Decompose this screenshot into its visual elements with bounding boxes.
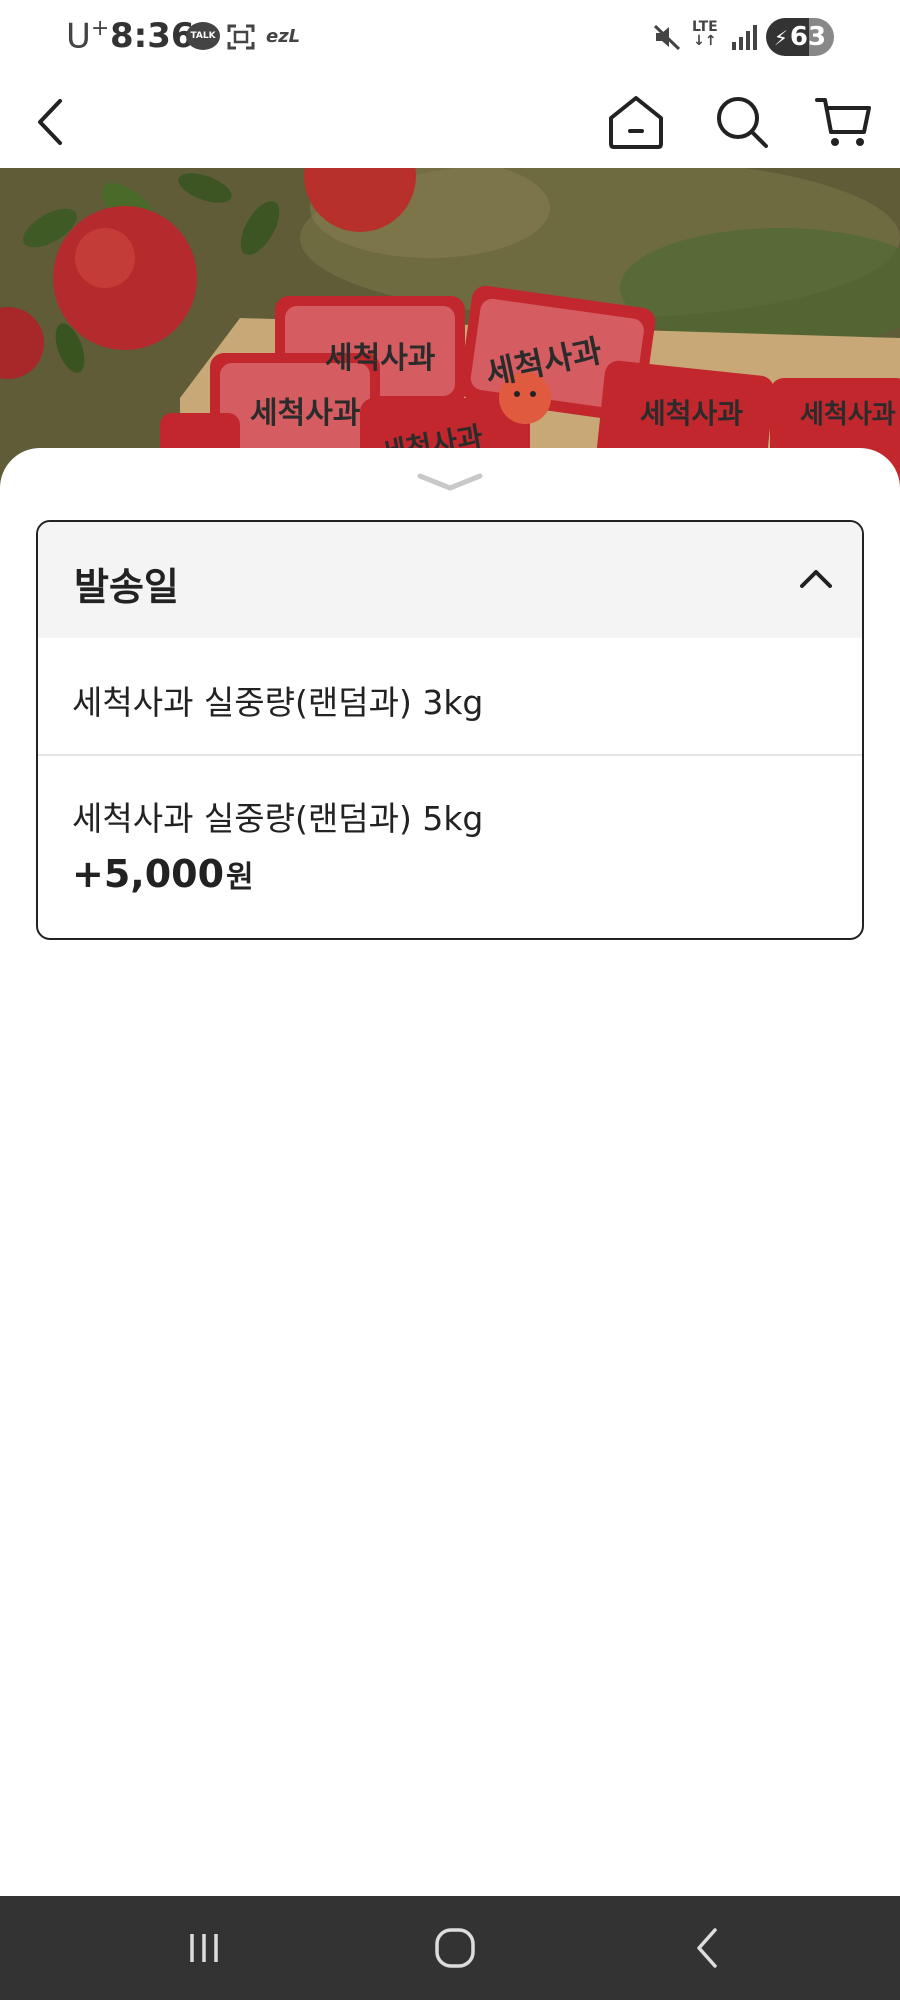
package-label: 세척사과: [800, 400, 896, 430]
sheet-collapse-handle[interactable]: [414, 470, 486, 494]
lte-icon: LTE ↓↑: [692, 20, 718, 48]
option-name: 세척사과 실중량(랜덤과) 5kg: [72, 799, 484, 838]
ezl-icon: ezL: [266, 26, 301, 47]
talk-icon: TALK: [186, 22, 220, 50]
chevron-down-icon: [417, 473, 483, 491]
home-icon: [609, 96, 663, 149]
option-dropdown: 발송일 세척사과 실중량(랜덤과) 3kg 세척사과 실중량(랜덤과) 5kg …: [36, 520, 864, 940]
mute-icon: [652, 22, 682, 52]
home-circle-icon: [435, 1928, 475, 1968]
nav-back-button[interactable]: [678, 1922, 738, 1974]
cart-icon: [815, 98, 871, 146]
back-icon: [38, 99, 62, 145]
package-label: 세척사과: [250, 396, 361, 431]
option-title: 발송일: [74, 565, 179, 609]
carrier-label: U+: [66, 16, 110, 57]
recents-button[interactable]: [174, 1922, 234, 1974]
lte-arrows: ↓↑: [693, 33, 717, 49]
search-button[interactable]: [710, 90, 774, 154]
option-name: 세척사과 실중량(랜덤과) 3kg: [72, 683, 484, 722]
option-price-currency: 원: [226, 860, 254, 895]
battery-charging-icon: ⚡63: [766, 18, 834, 56]
status-bar: U+ 8:36 TALK ezL LTE ↓↑ ⚡63: [0, 0, 900, 76]
nav-home-button[interactable]: [425, 1922, 485, 1974]
package-label: 세척사과: [325, 341, 436, 376]
recents-icon: [190, 1934, 218, 1962]
option-price: +5,000원: [72, 852, 254, 896]
option-item-3kg[interactable]: 세척사과 실중량(랜덤과) 3kg: [38, 638, 862, 756]
back-button[interactable]: [20, 90, 84, 154]
nav-back-icon: [697, 1928, 717, 1968]
cart-button[interactable]: [812, 90, 876, 154]
lte-label: LTE: [692, 19, 718, 35]
signal-icon: [730, 22, 760, 52]
status-time: 8:36: [110, 16, 195, 56]
option-item-5kg[interactable]: 세척사과 실중량(랜덤과) 5kg +5,000원: [38, 756, 862, 938]
system-nav-bar: [0, 1896, 900, 2000]
app-header: [0, 76, 900, 168]
product-image: 세척사과 세척사과 세척사과 세척사과 세척사과 세척사과: [0, 168, 900, 488]
package-label: 세척사과: [640, 397, 743, 430]
search-icon: [717, 97, 768, 148]
option-dropdown-header[interactable]: 발송일: [38, 522, 862, 638]
chevron-up-icon: [800, 570, 832, 588]
option-bottom-sheet: 발송일 세척사과 실중량(랜덤과) 3kg 세척사과 실중량(랜덤과) 5kg …: [0, 448, 900, 1896]
option-price-amount: +5,000: [72, 852, 225, 896]
home-button[interactable]: [604, 90, 668, 154]
scan-icon: [226, 22, 256, 52]
battery-level: 63: [789, 22, 827, 52]
